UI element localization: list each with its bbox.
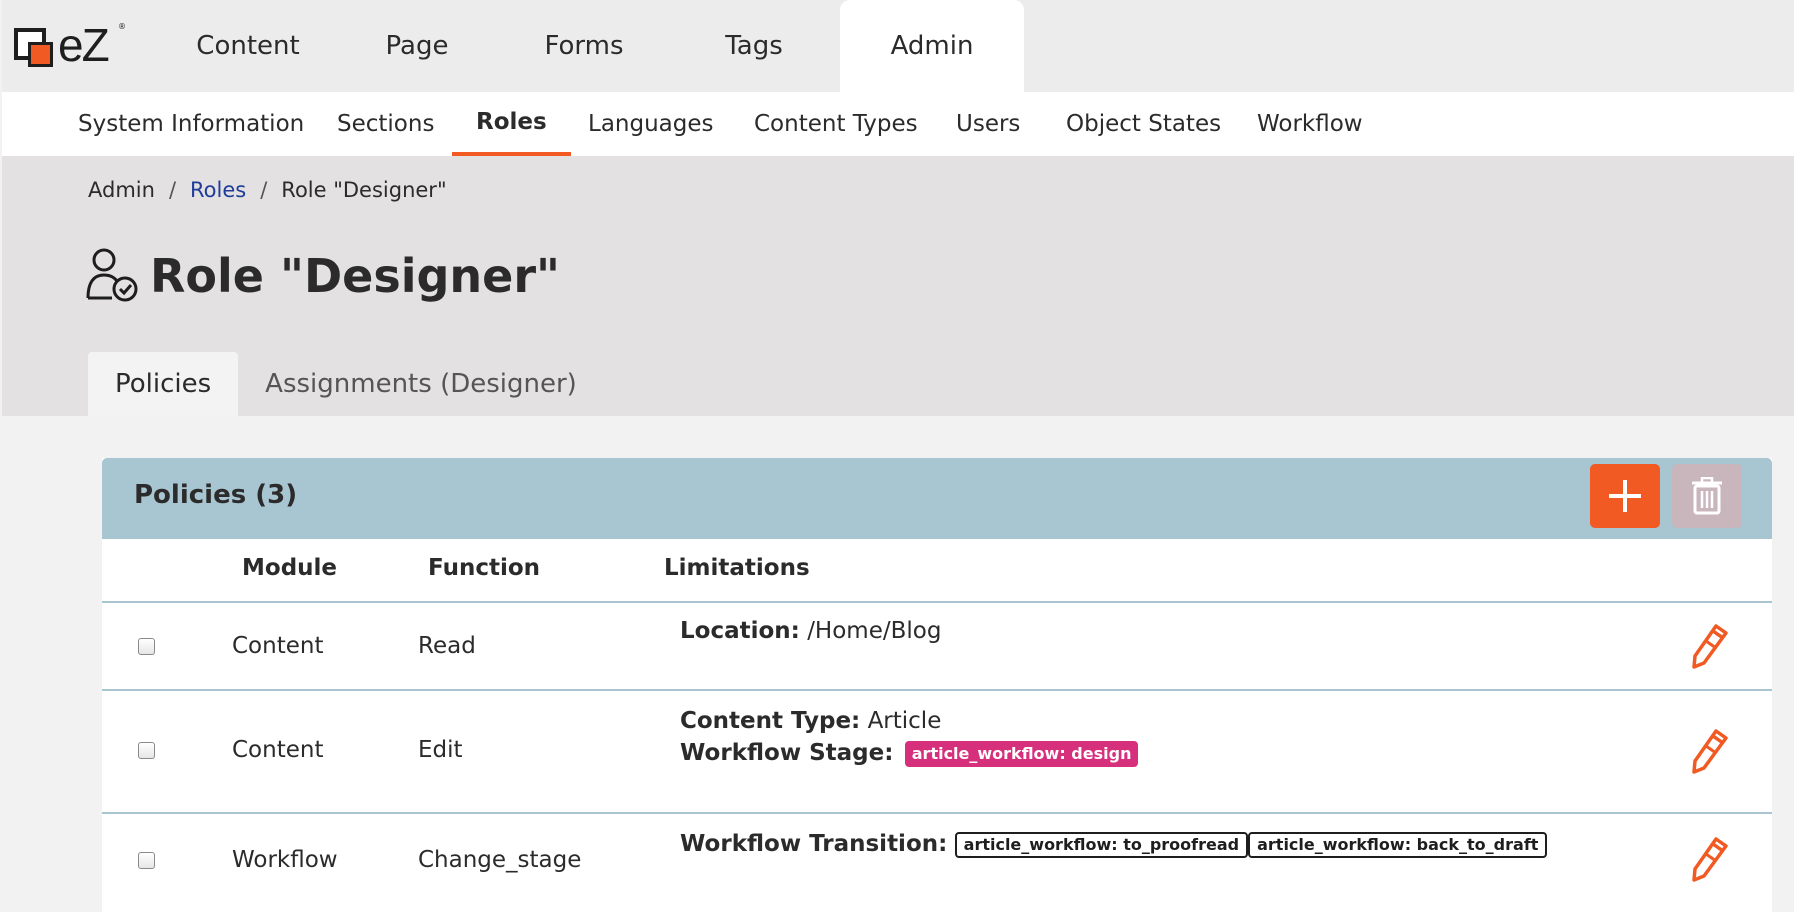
column-header-limitations: Limitations — [664, 555, 810, 581]
limitation-value: Article — [867, 708, 942, 734]
delete-policy-button[interactable] — [1672, 464, 1742, 528]
main-nav-content[interactable]: Content — [162, 0, 334, 92]
sub-nav-system-information[interactable]: System Information — [78, 92, 304, 156]
table-row: Workflow Change_stage Workflow Transitio… — [102, 814, 1772, 912]
sub-nav-workflow[interactable]: Workflow — [1257, 92, 1363, 156]
tab-policies[interactable]: Policies — [88, 352, 239, 416]
admin-sub-nav: System Information Sections Roles Langua… — [2, 92, 1794, 156]
policy-limitations: Location: /Home/Blog — [680, 615, 941, 647]
add-policy-button[interactable] — [1590, 464, 1660, 528]
limitation-value: /Home/Blog — [807, 618, 942, 644]
page-header: Admin / Roles / Role "Designer" Role "Design… — [2, 156, 1794, 416]
policies-panel: Policies (3) Module Function Limitations… — [102, 458, 1772, 912]
row-checkbox[interactable] — [138, 852, 155, 869]
policies-panel-header: Policies (3) — [102, 458, 1772, 539]
limitation-line: Content Type: Article — [680, 705, 1138, 737]
column-header-function: Function — [428, 555, 541, 581]
logo-registered-mark: ® — [118, 22, 126, 31]
limitation-label: Content Type: — [680, 708, 861, 734]
sub-nav-sections[interactable]: Sections — [337, 92, 434, 156]
page-title: Role "Designer" — [150, 249, 561, 303]
edit-pencil-icon[interactable] — [1690, 623, 1730, 669]
breadcrumb-admin: Admin — [88, 178, 155, 202]
main-nav-admin[interactable]: Admin — [840, 0, 1024, 92]
row-checkbox[interactable] — [138, 742, 155, 759]
policy-module: Workflow — [232, 847, 338, 873]
limitation-label: Workflow Transition: — [680, 831, 948, 857]
policy-module: Content — [232, 633, 324, 659]
limitation-line: Workflow Stage: article_workflow: design — [680, 737, 1139, 769]
policy-function: Change_stage — [418, 847, 582, 873]
logo-orange-square — [28, 42, 53, 67]
main-nav: Content Page Forms Tags Admin — [162, 0, 1024, 92]
row-checkbox[interactable] — [138, 638, 155, 655]
workflow-transition-badge: article_workflow: back_to_draft — [1248, 831, 1548, 858]
policies-table-header: Module Function Limitations — [102, 539, 1772, 603]
breadcrumb-current: Role "Designer" — [281, 178, 447, 202]
sub-nav-users[interactable]: Users — [956, 92, 1020, 156]
sub-nav-object-states[interactable]: Object States — [1066, 92, 1221, 156]
top-bar: eZ ® Content Page Forms Tags Admin — [2, 0, 1794, 92]
breadcrumb-separator: / — [260, 178, 268, 202]
policy-limitations: Workflow Transition: article_workflow: t… — [680, 828, 1548, 860]
sub-nav-content-types[interactable]: Content Types — [754, 92, 918, 156]
logo-text: eZ — [58, 19, 110, 71]
table-row: Content Read Location: /Home/Blog — [102, 603, 1772, 691]
sub-nav-languages[interactable]: Languages — [588, 92, 714, 156]
role-icon — [86, 248, 138, 302]
breadcrumb-separator: / — [168, 178, 177, 202]
main-nav-forms[interactable]: Forms — [500, 0, 668, 92]
edit-pencil-icon[interactable] — [1690, 728, 1730, 774]
ez-logo[interactable]: eZ ® — [14, 19, 129, 71]
edit-pencil-icon[interactable] — [1690, 836, 1730, 882]
trash-icon — [1692, 477, 1722, 515]
role-tabs: Policies Assignments (Designer) — [88, 352, 604, 416]
table-row: Content Edit Content Type: Article Workf… — [102, 691, 1772, 814]
policy-limitations: Content Type: Article Workflow Stage: ar… — [680, 705, 1139, 769]
policies-title: Policies (3) — [134, 480, 298, 510]
title-row: Role "Designer" — [84, 248, 560, 304]
policy-module: Content — [232, 737, 324, 763]
policy-function: Edit — [418, 737, 463, 763]
sub-nav-roles[interactable]: Roles — [452, 92, 571, 156]
workflow-transition-badge: article_workflow: to_proofread — [954, 831, 1249, 858]
workflow-stage-badge: article_workflow: design — [904, 740, 1139, 767]
limitation-label: Location: — [680, 618, 800, 644]
column-header-module: Module — [242, 555, 338, 581]
breadcrumb-roles-link[interactable]: Roles — [190, 178, 246, 202]
policy-function: Read — [418, 633, 476, 659]
breadcrumb: Admin / Roles / Role "Designer" — [88, 178, 447, 202]
tab-assignments[interactable]: Assignments (Designer) — [238, 352, 604, 416]
main-nav-page[interactable]: Page — [334, 0, 500, 92]
main-nav-tags[interactable]: Tags — [668, 0, 840, 92]
limitation-label: Workflow Stage: — [680, 740, 894, 766]
